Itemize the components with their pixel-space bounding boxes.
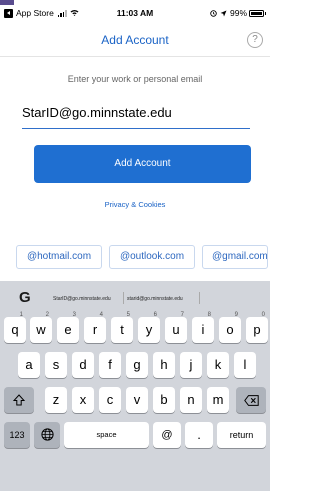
google-g-icon[interactable]: G [19,289,31,306]
key-h[interactable]: h [153,352,175,378]
key-label: u [172,322,180,337]
domain-chip-outlook[interactable]: @outlook.com [109,245,195,269]
key-number-hint: 5 [126,312,130,318]
keyboard-suggestion[interactable]: starid@go.minnstate.edu [127,296,183,302]
status-bar: App Store 11:03 AM 99% [0,7,270,21]
key-r[interactable]: 4r [84,312,106,343]
status-right: 99% [210,8,266,18]
suggestion-divider [199,292,200,304]
key-number-hint: 9 [234,312,238,318]
key-z[interactable]: z [45,387,67,413]
key-number-hint: 7 [180,312,184,318]
key-label: o [226,322,234,337]
key-label: e [64,322,72,337]
key-j[interactable]: j [180,352,202,378]
key-number-hint: 2 [45,312,49,318]
at-key[interactable]: @ [153,422,181,448]
key-label: r [92,322,98,337]
battery-percent: 99% [229,8,247,18]
key-number-hint: 8 [207,312,211,318]
shift-key[interactable] [4,387,34,413]
alarm-icon [210,9,217,17]
key-f[interactable]: f [99,352,121,378]
key-label: p [253,322,261,337]
key-x[interactable]: x [72,387,94,413]
key-c[interactable]: c [99,387,121,413]
key-e[interactable]: 3e [57,312,79,343]
key-number-hint: 0 [261,312,265,318]
dot-key[interactable]: . [185,422,213,448]
key-p[interactable]: 0p [246,312,268,343]
corner-artifact [0,0,14,5]
space-key[interactable]: space [64,422,149,448]
globe-icon [40,428,54,441]
email-field[interactable] [22,99,250,129]
suggestion-divider [123,292,124,304]
key-g[interactable]: g [126,352,148,378]
key-y[interactable]: 6y [138,312,160,343]
key-b[interactable]: b [153,387,175,413]
key-m[interactable]: m [207,387,229,413]
key-o[interactable]: 9o [219,312,241,343]
return-key[interactable]: return [217,422,266,448]
key-label: w [36,322,46,337]
key-label: q [11,322,19,337]
help-button[interactable]: ? [247,32,263,48]
keyboard-suggestion[interactable]: StarID@go.minnstate.edu [53,296,111,302]
key-t[interactable]: 5t [111,312,133,343]
key-d[interactable]: d [72,352,94,378]
key-w[interactable]: 2w [30,312,52,343]
keyboard-suggestion-bar: G StarID@go.minnstate.edu starid@go.minn… [0,281,270,315]
battery-icon [249,9,266,17]
add-account-button[interactable]: Add Account [34,145,251,183]
backspace-icon [243,395,259,406]
key-k[interactable]: k [207,352,229,378]
key-label: i [201,322,205,337]
key-q[interactable]: 1q [4,312,26,343]
domain-chip-hotmail[interactable]: @hotmail.com [16,245,102,269]
domain-chip-gmail[interactable]: @gmail.com [202,245,268,269]
numbers-key[interactable]: 123 [4,422,30,448]
backspace-key[interactable] [236,387,266,413]
key-u[interactable]: 7u [165,312,187,343]
key-v[interactable]: v [126,387,148,413]
key-s[interactable]: s [45,352,67,378]
location-icon [220,10,227,16]
privacy-cookies-link[interactable]: Privacy & Cookies [0,200,270,209]
email-prompt: Enter your work or personal email [67,74,203,84]
key-n[interactable]: n [180,387,202,413]
key-number-hint: 1 [19,312,23,318]
key-label: y [145,322,153,337]
key-label: t [120,322,124,337]
nav-divider [0,56,270,57]
key-number-hint: 3 [72,312,76,318]
key-number-hint: 4 [99,312,103,318]
keyboard: G StarID@go.minnstate.edu starid@go.minn… [0,281,270,491]
shift-icon [12,394,26,406]
screen: App Store 11:03 AM 99% Add Account ? Ent… [0,0,270,491]
key-i[interactable]: 8i [192,312,214,343]
page-title: Add Account [101,33,169,47]
globe-key[interactable] [34,422,60,448]
key-number-hint: 6 [153,312,157,318]
key-a[interactable]: a [18,352,40,378]
key-l[interactable]: l [234,352,256,378]
